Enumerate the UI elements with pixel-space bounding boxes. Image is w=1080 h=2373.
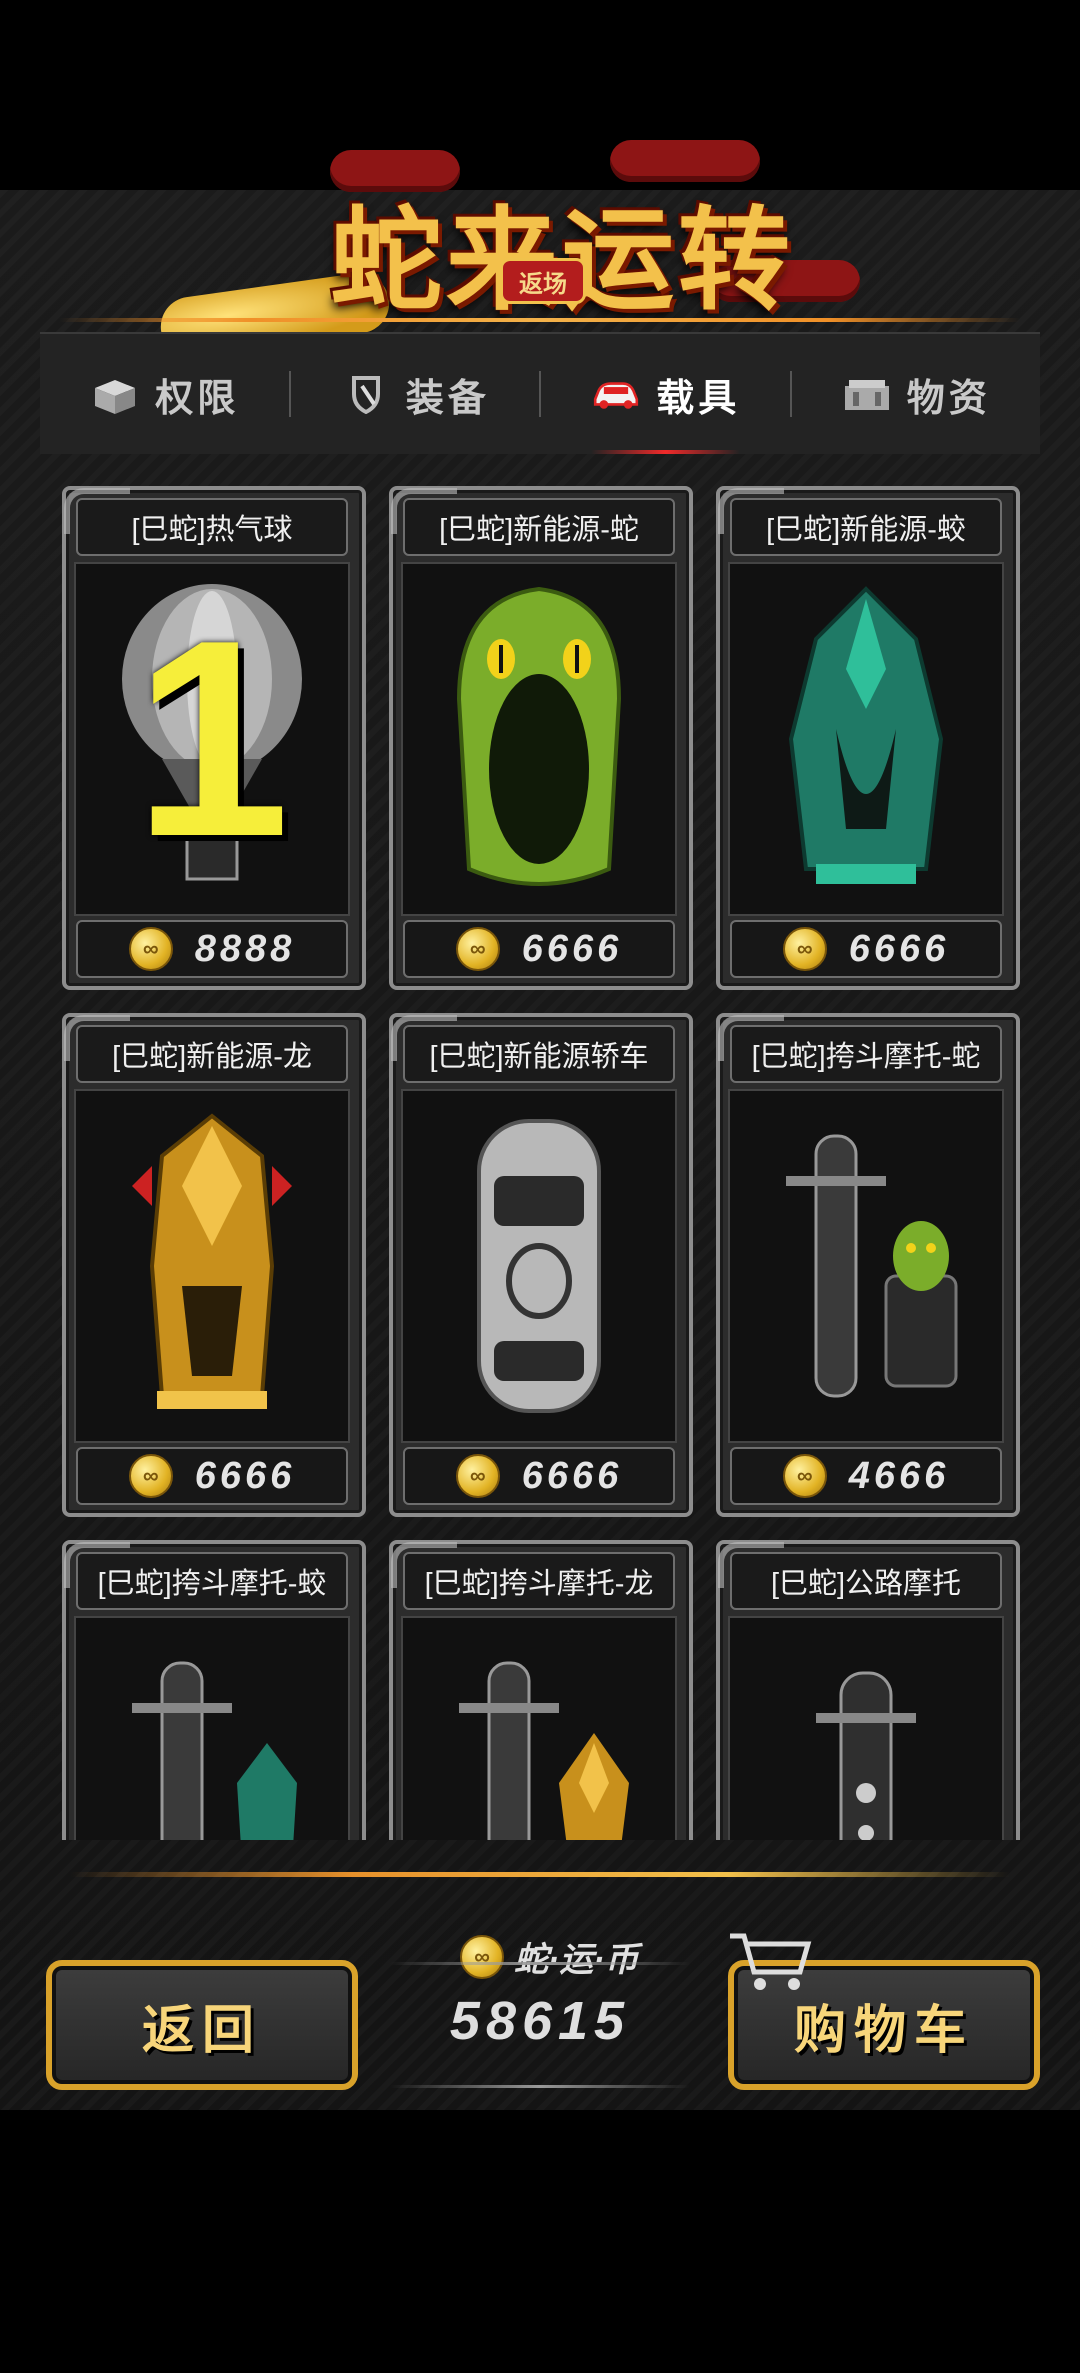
title-divider: [60, 318, 1020, 322]
sidecar-snake-icon: [728, 1089, 1004, 1443]
item-card[interactable]: [巳蛇]新能源-龙 ∞ 6666: [62, 1013, 366, 1517]
currency-label-text: 蛇·运·币: [514, 1941, 639, 1979]
price-bar: ∞ 6666: [403, 1447, 675, 1505]
tab-label: 权限: [155, 377, 240, 420]
tab-equipment[interactable]: 装备: [291, 334, 540, 454]
hot-air-balloon-icon: 1: [74, 562, 350, 916]
sedan-icon: [401, 1089, 677, 1443]
tab-vehicles[interactable]: 载具: [541, 334, 790, 454]
item-name: [巳蛇]挎斗摩托-蛟: [76, 1552, 348, 1610]
price-bar: ∞ 8888: [76, 920, 348, 978]
item-price: 6666: [848, 927, 950, 970]
coin-icon: ∞: [455, 927, 500, 971]
coin-icon: ∞: [782, 1454, 827, 1498]
item-price: 6666: [521, 1454, 623, 1497]
cart-label: 购物车: [793, 2001, 974, 2060]
item-card[interactable]: [巳蛇]新能源-蛇 ∞ 6666: [389, 486, 693, 990]
back-button[interactable]: 返回: [46, 1960, 358, 2090]
item-name: [巳蛇]热气球: [76, 498, 348, 556]
coin-icon: ∞: [460, 1934, 504, 1979]
title-banner: 蛇来运转 返场: [150, 140, 930, 361]
item-card[interactable]: [巳蛇]挎斗摩托-龙: [389, 1540, 693, 1840]
quantity-overlay: 1: [134, 582, 290, 895]
bottom-divider: [70, 1872, 1010, 1877]
tab-supplies[interactable]: 物资: [792, 334, 1041, 454]
road-motorcycle-icon: [728, 1616, 1004, 1840]
shopping-cart-icon: [730, 1933, 812, 1990]
item-name: [巳蛇]挎斗摩托-蛇: [730, 1025, 1002, 1083]
coin-icon: ∞: [128, 1454, 173, 1498]
item-price: 6666: [194, 1454, 296, 1497]
price-bar: ∞ 6666: [76, 1447, 348, 1505]
tab-permissions[interactable]: 权限: [40, 334, 289, 454]
item-grid: [巳蛇]热气球 1 ∞ 8888 [巳蛇]新能源-蛇 ∞ 6666 [巳蛇]新能…: [40, 460, 1040, 1840]
item-price: 8888: [194, 927, 296, 970]
price-bar: ∞ 6666: [403, 920, 675, 978]
item-card[interactable]: [巳蛇]公路摩托: [716, 1540, 1020, 1840]
category-tabs: 权限 装备 载具 物资: [40, 332, 1040, 454]
tab-label: 装备: [405, 377, 490, 420]
dragon-car-icon: [74, 1089, 350, 1443]
currency-label: ∞ 蛇·运·币: [460, 1932, 639, 1981]
item-card[interactable]: [巳蛇]挎斗摩托-蛟: [62, 1540, 366, 1840]
coin-icon: ∞: [782, 927, 827, 971]
item-name: [巳蛇]新能源-蛟: [730, 498, 1002, 556]
item-card[interactable]: [巳蛇]新能源-蛟 ∞ 6666: [716, 486, 1020, 990]
sidecar-jiao-icon: [74, 1616, 350, 1840]
cart-button[interactable]: 购物车: [728, 1933, 1040, 2090]
price-bar: ∞ 4666: [730, 1447, 1002, 1505]
coin-icon: ∞: [128, 927, 173, 971]
item-name: [巳蛇]新能源-蛇: [403, 498, 675, 556]
item-name: [巳蛇]挎斗摩托-龙: [403, 1552, 675, 1610]
snake-car-icon: [401, 562, 677, 916]
return-badge: 返场: [500, 258, 586, 304]
item-name: [巳蛇]公路摩托: [730, 1552, 1002, 1610]
tab-label: 物资: [906, 377, 991, 420]
jiao-car-icon: [728, 562, 1004, 916]
currency-divider: [390, 1962, 690, 1965]
shield-icon: [351, 376, 380, 414]
box-icon: [95, 380, 136, 414]
crate-icon: [844, 380, 889, 410]
tab-label: 载具: [656, 377, 741, 420]
item-price: 6666: [521, 927, 623, 970]
item-price: 4666: [848, 1454, 950, 1497]
item-card[interactable]: [巳蛇]新能源轿车 ∞ 6666: [389, 1013, 693, 1517]
item-card[interactable]: [巳蛇]热气球 1 ∞ 8888: [62, 486, 366, 990]
page-title: 蛇来运转: [330, 170, 794, 332]
coin-icon: ∞: [455, 1454, 500, 1498]
item-name: [巳蛇]新能源轿车: [403, 1025, 675, 1083]
sidecar-dragon-icon: [401, 1616, 677, 1840]
price-bar: ∞ 6666: [730, 920, 1002, 978]
car-icon: [594, 382, 639, 409]
item-card[interactable]: [巳蛇]挎斗摩托-蛇 ∞ 4666: [716, 1013, 1020, 1517]
item-name: [巳蛇]新能源-龙: [76, 1025, 348, 1083]
currency-divider: [390, 2085, 690, 2088]
currency-balance: 58615: [449, 1991, 631, 2051]
